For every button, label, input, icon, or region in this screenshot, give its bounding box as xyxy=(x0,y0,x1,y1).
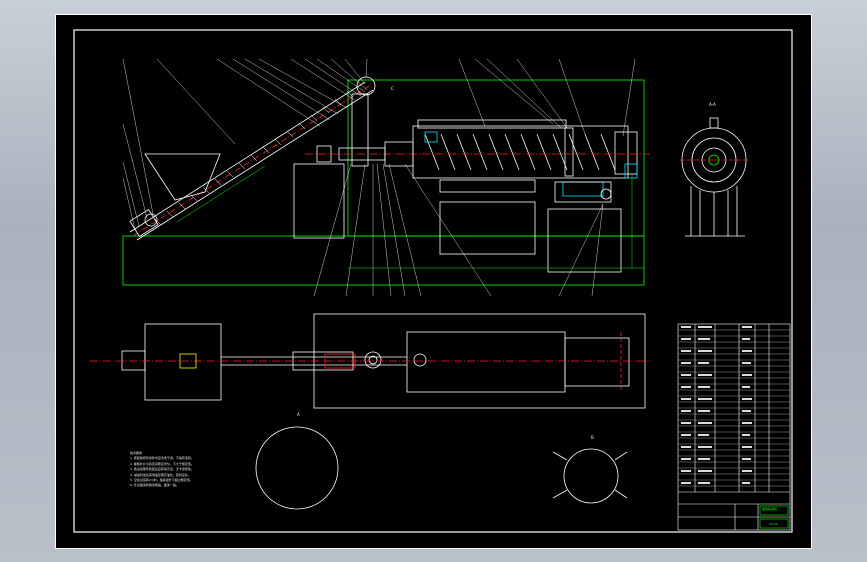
drawing-sheet[interactable]: A B A-A C 技术要求 1. 装配前所有零件均应清洗干净，不得有毛刺。 2… xyxy=(55,14,812,549)
title-block-labels: 螺旋输送机 00-00 xyxy=(678,324,790,530)
tech-note-line: 3. 各运动部件装配后应转动灵活，无卡滞现象。 xyxy=(130,467,194,472)
main-elevation-view xyxy=(122,58,650,297)
section-label-a: A xyxy=(297,412,300,417)
side-view-a xyxy=(680,117,748,237)
section-label-d: C xyxy=(391,86,394,91)
drawing-name: 螺旋输送机 xyxy=(762,507,778,511)
drawing-code: 00-00 xyxy=(769,522,778,526)
plan-view xyxy=(90,313,650,409)
tech-note-line: 6. 外表面涂防锈漆两遍，面漆一遍。 xyxy=(130,483,179,488)
section-label-b: B xyxy=(591,435,594,440)
detail-views xyxy=(255,426,628,510)
section-label-c: A-A xyxy=(709,102,716,107)
technical-notes: 技术要求 1. 装配前所有零件均应清洗干净，不得有毛刺。 2. 螺旋叶片与机壳间… xyxy=(130,451,194,489)
